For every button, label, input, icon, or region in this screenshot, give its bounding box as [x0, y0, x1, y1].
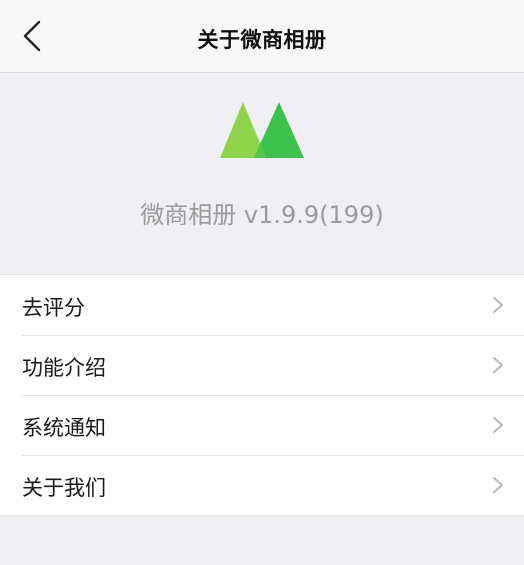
chevron-right-icon [493, 477, 503, 493]
menu-item-label: 关于我们 [22, 476, 106, 500]
navigation-bar: 关于微商相册 [0, 0, 524, 73]
chevron-right-icon [493, 297, 503, 313]
settings-menu: 去评分 功能介绍 系统通知 关于我们 [0, 274, 524, 516]
menu-item-notifications[interactable]: 系统通知 [0, 395, 524, 455]
app-info-header: 微商相册 v1.9.9(199) [0, 73, 524, 273]
menu-item-about-us[interactable]: 关于我们 [0, 455, 524, 515]
page-title: 关于微商相册 [197, 28, 327, 52]
chevron-right-icon [493, 417, 503, 433]
app-version-text: 微商相册 v1.9.9(199) [140, 201, 384, 229]
chevron-right-icon [493, 357, 503, 373]
menu-item-label: 去评分 [22, 296, 85, 320]
menu-item-features[interactable]: 功能介绍 [0, 335, 524, 395]
menu-item-label: 系统通知 [22, 416, 106, 440]
mountain-logo-icon [220, 102, 304, 158]
about-screen: 关于微商相册 微商相册 v1.9.9(199) 去评分 功能介绍 系统通知 关于… [0, 0, 524, 565]
menu-item-rate[interactable]: 去评分 [0, 275, 524, 335]
menu-item-label: 功能介绍 [22, 356, 106, 380]
